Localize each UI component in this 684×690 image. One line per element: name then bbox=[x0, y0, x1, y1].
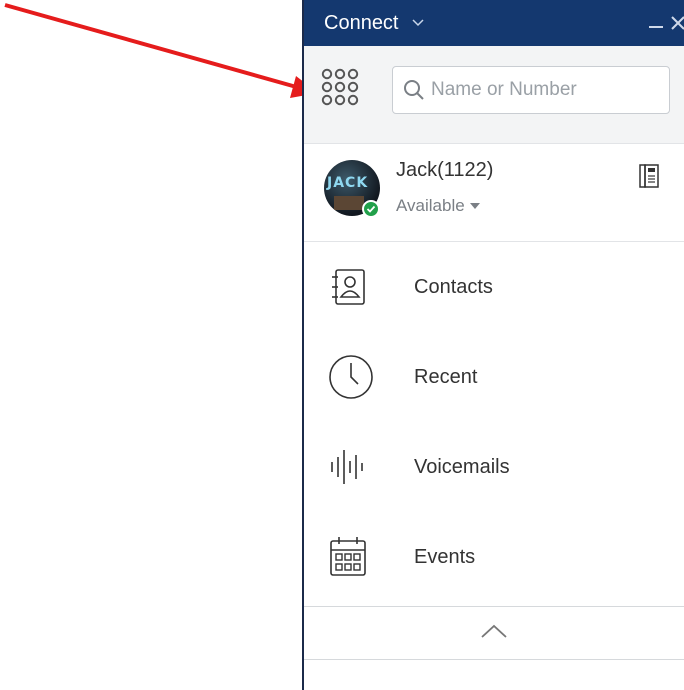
minimize-icon[interactable] bbox=[648, 0, 664, 46]
nav-item-contacts[interactable]: Contacts bbox=[304, 242, 684, 332]
search-input[interactable] bbox=[431, 79, 651, 101]
contacts-icon bbox=[328, 267, 368, 307]
search-icon bbox=[403, 79, 425, 101]
status-selector[interactable]: Available bbox=[396, 196, 480, 216]
clock-icon bbox=[328, 354, 374, 400]
nav-label-voicemails: Voicemails bbox=[414, 455, 510, 478]
chevron-up-icon bbox=[480, 623, 508, 644]
avatar-text: JACK bbox=[327, 175, 369, 191]
avatar-decoration bbox=[334, 196, 364, 210]
caret-down-icon bbox=[469, 203, 480, 209]
title-bar: Connect bbox=[304, 0, 684, 46]
calendar-icon bbox=[328, 536, 368, 578]
user-profile: JACK Jack(1122) Available bbox=[304, 144, 684, 242]
search-bar bbox=[304, 46, 684, 144]
chevron-down-icon[interactable] bbox=[411, 18, 425, 28]
presence-available-icon bbox=[362, 200, 380, 218]
voicemail-waveform-icon bbox=[328, 447, 368, 487]
status-label: Available bbox=[396, 196, 465, 215]
connect-panel: Connect J bbox=[302, 0, 684, 690]
nav-item-recent[interactable]: Recent bbox=[304, 332, 684, 422]
user-name: Jack(1122) bbox=[396, 159, 494, 181]
nav-label-recent: Recent bbox=[414, 365, 478, 388]
search-box[interactable] bbox=[392, 66, 670, 114]
nav-label-contacts: Contacts bbox=[414, 275, 493, 298]
nav-label-events: Events bbox=[414, 545, 476, 568]
main-nav: Contacts Recent Voicemails Events bbox=[304, 242, 684, 602]
close-icon[interactable] bbox=[670, 0, 684, 46]
collapse-button[interactable] bbox=[304, 606, 684, 660]
dialpad-icon[interactable] bbox=[320, 68, 360, 113]
desk-phone-icon[interactable] bbox=[639, 164, 659, 193]
app-title: Connect bbox=[324, 11, 399, 34]
nav-item-voicemails[interactable]: Voicemails bbox=[304, 422, 684, 512]
nav-item-events[interactable]: Events bbox=[304, 512, 684, 602]
